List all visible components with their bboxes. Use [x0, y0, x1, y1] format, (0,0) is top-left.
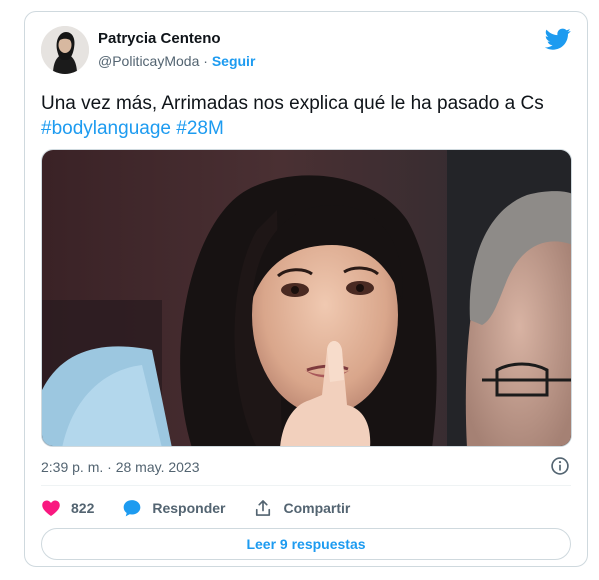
avatar[interactable] [41, 26, 89, 74]
read-replies-button[interactable]: Leer 9 respuestas [41, 528, 571, 560]
author-handle[interactable]: @PoliticayModa [98, 53, 199, 69]
tweet-text: Una vez más, Arrimadas nos explica qué l… [41, 91, 571, 141]
likes-count: 822 [71, 500, 95, 516]
hashtag-28m[interactable]: #28M [176, 118, 224, 139]
divider [41, 485, 571, 486]
share-button[interactable]: Compartir [253, 498, 350, 518]
tweet-timestamp[interactable]: 2:39 p. m. · 28 may. 2023 [41, 459, 200, 475]
reply-label: Responder [152, 500, 226, 516]
action-bar: 822 Responder Compartir [41, 497, 378, 519]
tweet-media-photo[interactable] [41, 149, 572, 447]
tweet-photo [42, 150, 571, 446]
speech-bubble-icon [124, 500, 141, 517]
avatar-photo [41, 26, 89, 74]
heart-icon [42, 500, 60, 516]
twitter-bird-icon[interactable] [545, 26, 571, 52]
tweet-body: Una vez más, Arrimadas nos explica qué l… [41, 93, 544, 114]
author-handle-row: @PoliticayModa · Seguir [98, 53, 255, 69]
reply-button[interactable]: Responder [122, 498, 225, 518]
share-label: Compartir [283, 500, 351, 516]
handle-separator: · [199, 53, 212, 69]
follow-button[interactable]: Seguir [212, 53, 256, 69]
info-icon[interactable] [550, 456, 570, 476]
share-icon [256, 500, 271, 516]
tweet-card: Patrycia Centeno @PoliticayModa · Seguir… [24, 11, 588, 567]
read-replies-label: Leer 9 respuestas [246, 536, 366, 552]
hashtag-bodylanguage[interactable]: #bodylanguage [41, 118, 171, 139]
author-name[interactable]: Patrycia Centeno [98, 30, 221, 47]
like-button[interactable]: 822 [41, 498, 94, 518]
